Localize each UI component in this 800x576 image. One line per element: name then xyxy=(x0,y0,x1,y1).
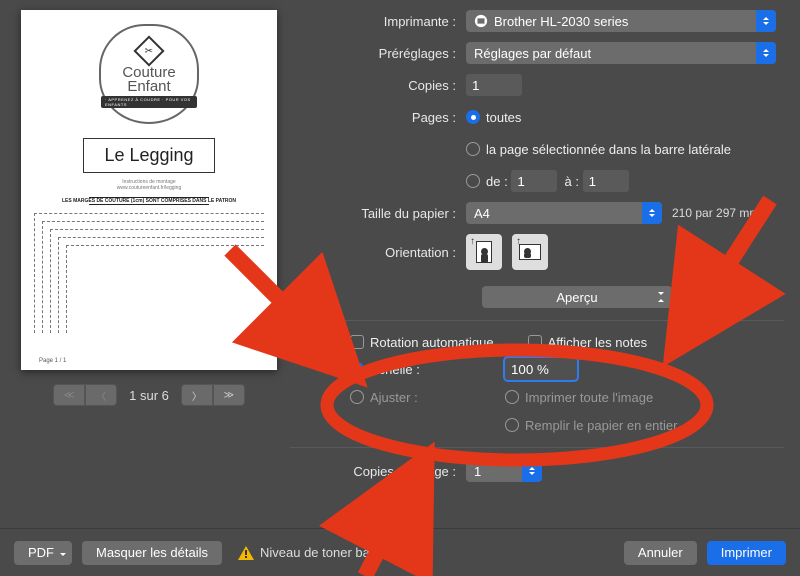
copies-label: Copies : xyxy=(290,78,466,93)
cancel-button[interactable]: Annuler xyxy=(624,541,697,565)
presets-select[interactable]: Réglages par défaut xyxy=(466,42,776,64)
section-select[interactable]: Aperçu xyxy=(482,286,672,308)
print-button[interactable]: Imprimer xyxy=(707,541,786,565)
doc-title: Le Legging xyxy=(104,145,193,166)
pages-selected-radio[interactable] xyxy=(466,142,480,156)
brand-logo: CoutureEnfant · APPRENEZ À COUDRE · POUR… xyxy=(99,24,199,124)
pager-prev-button[interactable]: 〈 xyxy=(85,384,117,406)
pages-label: Pages : xyxy=(290,110,466,125)
copies-per-page-select[interactable]: 1 xyxy=(466,460,542,482)
copies-per-page-label: Copies par page : xyxy=(290,464,466,479)
pages-all-radio[interactable] xyxy=(466,110,480,124)
scale-input[interactable] xyxy=(505,358,577,380)
paper-dimensions: 210 par 297 mm xyxy=(672,206,759,220)
print-preview-page: CoutureEnfant · APPRENEZ À COUDRE · POUR… xyxy=(21,10,277,370)
pages-range-radio[interactable] xyxy=(466,174,480,188)
pager-last-button[interactable]: ≫ xyxy=(213,384,245,406)
printer-select[interactable]: Brother HL-2030 series xyxy=(466,10,776,32)
presets-label: Préréglages : xyxy=(290,46,466,61)
orientation-landscape-button[interactable]: ↑ xyxy=(512,234,548,270)
scale-radio[interactable] xyxy=(350,362,364,376)
printer-label: Imprimante : xyxy=(290,14,466,29)
paper-size-select[interactable]: A4 xyxy=(466,202,662,224)
show-notes-checkbox[interactable] xyxy=(528,335,542,349)
pdf-menu-button[interactable]: PDF xyxy=(14,541,72,565)
hide-details-button[interactable]: Masquer les détails xyxy=(82,541,222,565)
printer-icon xyxy=(474,14,488,28)
orientation-portrait-button[interactable]: ↑ xyxy=(466,234,502,270)
print-full-radio[interactable] xyxy=(505,390,519,404)
paper-size-label: Taille du papier : xyxy=(290,206,466,221)
orientation-label: Orientation : xyxy=(290,245,466,260)
fit-radio[interactable] xyxy=(350,390,364,404)
auto-rotate-checkbox[interactable] xyxy=(350,335,364,349)
fill-paper-radio[interactable] xyxy=(505,418,519,432)
pages-from-input[interactable] xyxy=(511,170,557,192)
pager-first-button[interactable]: ≪ xyxy=(53,384,85,406)
printer-status: Niveau de toner bas xyxy=(232,545,376,560)
pager-label: 1 sur 6 xyxy=(129,388,169,403)
copies-input[interactable] xyxy=(466,74,522,96)
pages-to-input[interactable] xyxy=(583,170,629,192)
pager-next-button[interactable]: 〉 xyxy=(181,384,213,406)
warning-icon xyxy=(238,546,254,560)
